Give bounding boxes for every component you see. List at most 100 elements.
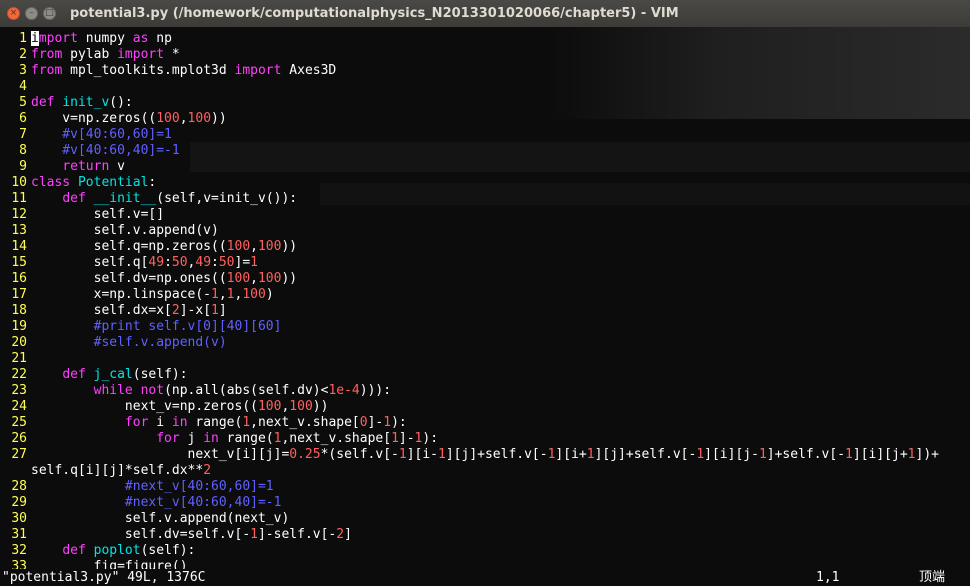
code-token: for	[124, 415, 149, 430]
minimize-window-icon[interactable]: –	[25, 7, 38, 20]
line-number: 31	[11, 527, 27, 542]
code-token: *	[164, 47, 180, 62]
line-number: 21	[11, 351, 27, 366]
line-number: 13	[11, 223, 27, 238]
code-area[interactable]: 1 import numpy as np 2 from pylab import * 3…	[0, 31, 970, 569]
code-line[interactable]: 9 return v	[0, 159, 970, 175]
code-line[interactable]: 6 v=np.zeros((100,100))	[0, 111, 970, 127]
maximize-window-icon[interactable]: □	[43, 7, 56, 20]
code-token: x=np.linspace(-	[31, 287, 212, 302]
code-token: 1	[383, 415, 392, 430]
code-token: #v[40:60,40]=-1	[31, 143, 180, 158]
code-line[interactable]: 29 #next_v[40:60,40]=-1	[0, 495, 970, 511]
code-token: #v[40:60,60]=1	[31, 127, 172, 142]
code-line[interactable]: 19 #print self.v[0][40][60]	[0, 319, 970, 335]
code-token: (self):	[132, 367, 188, 382]
line-text: for j in range(1,next_v.shape[1]-1):	[31, 431, 438, 447]
code-line[interactable]: 11 def __init__(self,v=init_v()):	[0, 191, 970, 207]
code-token: mpl_toolkits.mplot3d	[62, 63, 235, 78]
code-line[interactable]: 20 #self.v.append(v)	[0, 335, 970, 351]
code-line[interactable]: 24 next_v=np.zeros((100,100))	[0, 399, 970, 415]
code-token: from	[31, 63, 63, 78]
code-line[interactable]: 26 for j in range(1,next_v.shape[1]-1):	[0, 431, 970, 447]
code-token: 50	[171, 255, 188, 270]
code-line[interactable]: 13 self.v.append(v)	[0, 223, 970, 239]
code-token: mport	[38, 31, 78, 46]
code-token: (self,v=init_v()):	[156, 191, 298, 206]
code-line[interactable]: 15 self.q[49:50,49:50]=1	[0, 255, 970, 271]
line-number: 17	[11, 287, 27, 302]
line-text: def poplot(self):	[31, 543, 195, 559]
code-line[interactable]: 22 def j_cal(self):	[0, 367, 970, 383]
line-text: next_v=np.zeros((100,100))	[31, 399, 329, 415]
code-token: ][j]+self.v[-	[594, 447, 697, 462]
vim-editor-buffer[interactable]: 1 import numpy as np 2 from pylab import * 3…	[0, 27, 970, 569]
line-text: next_v[i][j]=0.25*(self.v[-1][i-1][j]+se…	[31, 447, 939, 463]
code-line[interactable]: 1 import numpy as np	[0, 31, 970, 47]
code-token: __init__	[93, 191, 157, 206]
line-text: v=np.zeros((100,100))	[31, 111, 227, 127]
line-number: 22	[11, 367, 27, 382]
code-token: self.v.append(next_v)	[31, 511, 290, 526]
line-number: 27	[11, 447, 27, 462]
window-title-bar[interactable]: × – □ potential3.py (/homework/computati…	[0, 0, 970, 28]
code-line[interactable]: 16 self.dv=np.ones((100,100))	[0, 271, 970, 287]
code-line[interactable]: 4	[0, 79, 970, 95]
code-token: import	[117, 47, 165, 62]
code-line[interactable]: 2 from pylab import *	[0, 47, 970, 63]
code-token: numpy	[77, 31, 133, 46]
code-line[interactable]: 33 fig=figure()	[0, 559, 970, 569]
code-line[interactable]: 14 self.q=np.zeros((100,100))	[0, 239, 970, 255]
code-token: 1	[438, 447, 446, 462]
window-controls: × – □	[7, 7, 56, 20]
code-line[interactable]: 25 for i in range(1,next_v.shape[0]-1):	[0, 415, 970, 431]
close-window-icon[interactable]: ×	[7, 7, 20, 20]
code-token: :	[164, 255, 172, 270]
code-token: 100	[257, 271, 282, 286]
code-token: 1	[211, 303, 219, 318]
line-text: #v[40:60,40]=-1	[31, 143, 180, 159]
line-number: 14	[11, 239, 27, 254]
line-number: 16	[11, 271, 27, 286]
code-line[interactable]: 7 #v[40:60,60]=1	[0, 127, 970, 143]
code-token: 100	[257, 239, 282, 254]
code-token: 2	[171, 303, 180, 318]
code-token: 1	[242, 415, 251, 430]
code-token: )	[265, 287, 274, 302]
code-token: def	[62, 367, 86, 382]
code-line[interactable]: 18 self.dx=x[2]-x[1]	[0, 303, 970, 319]
code-token: range(	[218, 431, 274, 446]
code-token: not	[140, 383, 165, 398]
code-token: #self.v.append(v)	[31, 335, 227, 350]
code-line[interactable]: 17 x=np.linspace(-1,1,100)	[0, 287, 970, 303]
code-line[interactable]: self.q[i][j]*self.dx**2	[0, 463, 970, 479]
code-line[interactable]: 3 from mpl_toolkits.mplot3d import Axes3D	[0, 63, 970, 79]
code-line[interactable]: 23 while not(np.all(abs(self.dv)<1e-4)))…	[0, 383, 970, 399]
status-file-info: "potential3.py" 49L, 1376C	[2, 570, 206, 585]
code-line[interactable]: 30 self.v.append(next_v)	[0, 511, 970, 527]
code-token: ])+	[915, 447, 939, 462]
code-line[interactable]: 31 self.dv=self.v[-1]-self.v[-2]	[0, 527, 970, 543]
code-token: ):	[422, 431, 439, 446]
code-token: ))):	[359, 383, 392, 398]
code-token: i	[148, 415, 172, 430]
line-number: 18	[11, 303, 27, 318]
code-line[interactable]: 8 #v[40:60,40]=-1	[0, 143, 970, 159]
code-token: 0	[359, 415, 368, 430]
code-line[interactable]: 32 def poplot(self):	[0, 543, 970, 559]
code-line[interactable]: 28 #next_v[40:60,60]=1	[0, 479, 970, 495]
code-line[interactable]: 21	[0, 351, 970, 367]
code-token: 1	[226, 287, 235, 302]
code-line[interactable]: 27 next_v[i][j]=0.25*(self.v[-1][i-1][j]…	[0, 447, 970, 463]
code-line[interactable]: 12 self.v=[]	[0, 207, 970, 223]
line-text: from pylab import *	[31, 47, 180, 63]
line-text: return v	[31, 159, 125, 175]
line-text: #next_v[40:60,60]=1	[31, 479, 274, 495]
code-line[interactable]: 5 def init_v():	[0, 95, 970, 111]
code-token: 1	[250, 255, 258, 270]
code-token: ))	[211, 111, 227, 126]
code-line[interactable]: 10 class Potential:	[0, 175, 970, 191]
